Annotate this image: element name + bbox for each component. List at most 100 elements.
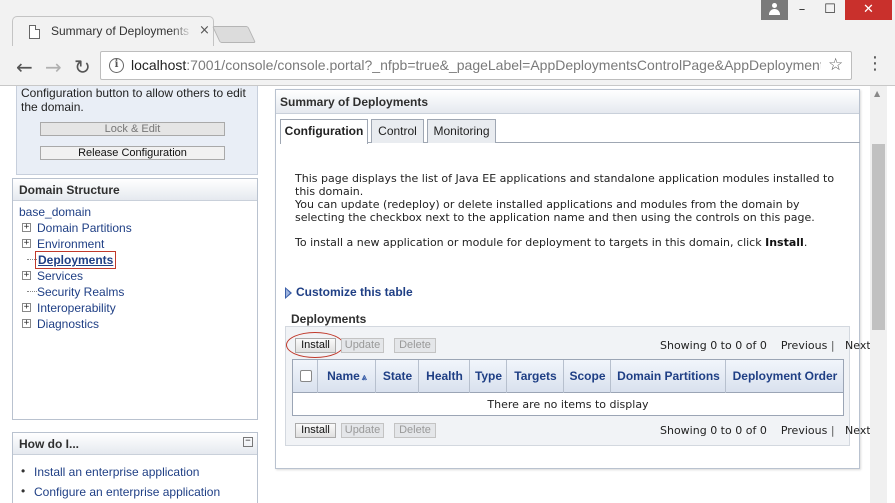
maximize-button[interactable]: ☐	[816, 0, 844, 20]
tab-close-icon[interactable]: ×	[199, 23, 210, 38]
expand-icon[interactable]: +	[22, 319, 31, 328]
scroll-up-arrow-icon[interactable]: ▲	[874, 89, 880, 98]
deployments-table: Name ⩓ State Health Type Targets Scope Do…	[292, 359, 844, 416]
release-configuration-button[interactable]: Release Configuration	[40, 146, 225, 160]
column-name[interactable]: Name ⩓	[319, 360, 376, 393]
browser-chrome: Summary of Deployments × – ☐ ✕ ← → ↻ i l…	[0, 0, 895, 86]
back-icon[interactable]: ←	[16, 55, 33, 79]
install-button[interactable]: Install	[295, 338, 336, 353]
expand-icon[interactable]: +	[22, 239, 31, 248]
page-tabs: Configuration Control Monitoring	[280, 119, 860, 144]
deployments-table-frame: Install Update Delete Showing 0 to 0 of …	[285, 326, 871, 446]
tab-monitoring[interactable]: Monitoring	[427, 119, 496, 143]
description-paragraph-1: This page displays the list of Java EE a…	[295, 172, 835, 198]
next-link[interactable]: Next	[845, 339, 871, 352]
tree-item-security-realms[interactable]: Security Realms	[22, 285, 222, 301]
expand-arrow-icon[interactable]	[285, 287, 292, 299]
tree-item-label[interactable]: Interoperability	[37, 301, 116, 315]
how-do-i-panel: How do I... − Install an enterprise appl…	[12, 432, 258, 503]
update-button[interactable]: Update	[341, 338, 384, 353]
domain-structure-panel: Domain Structure base_domain + Domain Pa…	[12, 178, 258, 420]
tree-connector	[27, 291, 37, 292]
previous-link[interactable]: Previous	[781, 339, 828, 352]
select-all-checkbox[interactable]	[300, 370, 312, 382]
info-icon[interactable]: i	[109, 58, 124, 73]
reload-icon[interactable]: ↻	[74, 55, 91, 79]
lock-edit-button[interactable]: Lock & Edit	[40, 122, 225, 136]
tree-item-diagnostics[interactable]: + Diagnostics	[22, 317, 222, 333]
how-do-i-link[interactable]: Install an enterprise application	[34, 465, 199, 479]
vertical-scrollbar[interactable]: ▲	[870, 86, 887, 503]
update-button-bottom[interactable]: Update	[341, 423, 384, 438]
column-state[interactable]: State	[377, 360, 419, 393]
column-name-label[interactable]: Name	[327, 369, 360, 383]
how-do-i-title: How do I...	[19, 437, 79, 451]
showing-count: Showing 0 to 0 of 0	[660, 424, 767, 437]
description-3-suffix: .	[803, 236, 808, 249]
tree-item-interoperability[interactable]: + Interoperability	[22, 301, 222, 317]
pager-separator: |	[830, 424, 835, 437]
pager-bottom: Showing 0 to 0 of 0 Previous | Next	[660, 424, 871, 437]
tree-item-label[interactable]: Security Realms	[37, 285, 124, 299]
sort-icon[interactable]: ⩓	[362, 372, 367, 382]
browser-menu-icon[interactable]: ⋮	[866, 55, 884, 73]
bookmark-star-icon[interactable]: ☆	[828, 55, 843, 75]
domain-structure-title: Domain Structure	[19, 183, 120, 197]
forward-icon[interactable]: →	[45, 55, 62, 79]
column-targets[interactable]: Targets	[508, 360, 564, 393]
tree-item-label-selected[interactable]: Deployments	[35, 251, 117, 269]
tab-title: Summary of Deployments	[51, 24, 193, 38]
description-paragraph-2: You can update (redeploy) or delete inst…	[295, 198, 815, 224]
customize-table-label[interactable]: Customize this table	[296, 285, 413, 299]
description-3-install: Install	[765, 236, 804, 249]
change-center-text: Configuration button to allow others to …	[21, 86, 246, 114]
url-text[interactable]: localhost:7001/console/console.portal?_n…	[131, 57, 821, 73]
tab-configuration[interactable]: Configuration	[280, 119, 368, 144]
url-host: localhost	[131, 57, 187, 73]
pager-separator: |	[830, 339, 835, 352]
tree-item-services[interactable]: + Services	[22, 269, 222, 285]
column-type[interactable]: Type	[471, 360, 507, 393]
how-do-i-link[interactable]: Configure an enterprise application	[34, 485, 220, 499]
empty-table-message: There are no items to display	[487, 398, 649, 411]
expand-icon[interactable]: +	[22, 271, 31, 280]
column-health[interactable]: Health	[420, 360, 470, 393]
column-domain-partitions[interactable]: Domain Partitions	[612, 360, 726, 393]
tree-item-label[interactable]: Services	[37, 269, 83, 283]
expand-icon[interactable]: +	[22, 303, 31, 312]
tree-root-base-domain[interactable]: base_domain	[19, 205, 91, 219]
page-viewport: Configuration button to allow others to …	[0, 86, 895, 503]
pager-top: Showing 0 to 0 of 0 Previous | Next	[660, 339, 871, 352]
showing-count: Showing 0 to 0 of 0	[660, 339, 767, 352]
previous-link[interactable]: Previous	[781, 424, 828, 437]
tree-item-label[interactable]: Environment	[37, 237, 104, 251]
minimize-button[interactable]: –	[788, 0, 816, 20]
next-link[interactable]: Next	[845, 424, 871, 437]
tree-item-domain-partitions[interactable]: + Domain Partitions	[22, 221, 222, 237]
install-button-bottom[interactable]: Install	[295, 423, 336, 438]
column-scope[interactable]: Scope	[565, 360, 611, 393]
new-tab-button[interactable]	[212, 26, 256, 43]
tree-item-deployments[interactable]: Deployments	[22, 251, 222, 269]
browser-tab[interactable]: Summary of Deployments ×	[12, 16, 214, 46]
main-header: Summary of Deployments	[276, 90, 859, 114]
change-center-panel: Configuration button to allow others to …	[16, 86, 258, 175]
domain-structure-header: Domain Structure	[13, 179, 257, 201]
tree-item-label[interactable]: Domain Partitions	[37, 221, 132, 235]
list-item[interactable]: Install an enterprise application	[21, 464, 251, 481]
delete-button[interactable]: Delete	[394, 338, 436, 353]
expand-icon[interactable]: +	[22, 223, 31, 232]
collapse-icon[interactable]: −	[243, 437, 253, 447]
tree-item-label[interactable]: Diagnostics	[37, 317, 99, 331]
tab-control[interactable]: Control	[371, 119, 424, 143]
select-all-column	[293, 360, 318, 393]
user-profile-icon[interactable]	[761, 0, 788, 20]
delete-button-bottom[interactable]: Delete	[394, 423, 436, 438]
column-deployment-order[interactable]: Deployment Order	[727, 360, 843, 393]
scrollbar-thumb[interactable]	[872, 144, 885, 330]
summary-of-deployments-panel: Summary of Deployments Configuration Con…	[275, 89, 871, 469]
list-item[interactable]: Configure an enterprise application	[21, 484, 251, 501]
close-window-button[interactable]: ✕	[845, 0, 892, 20]
address-bar[interactable]: i localhost:7001/console/console.portal?…	[100, 51, 852, 80]
url-path: :7001/console/console.portal?_nfpb=true&…	[186, 57, 821, 73]
